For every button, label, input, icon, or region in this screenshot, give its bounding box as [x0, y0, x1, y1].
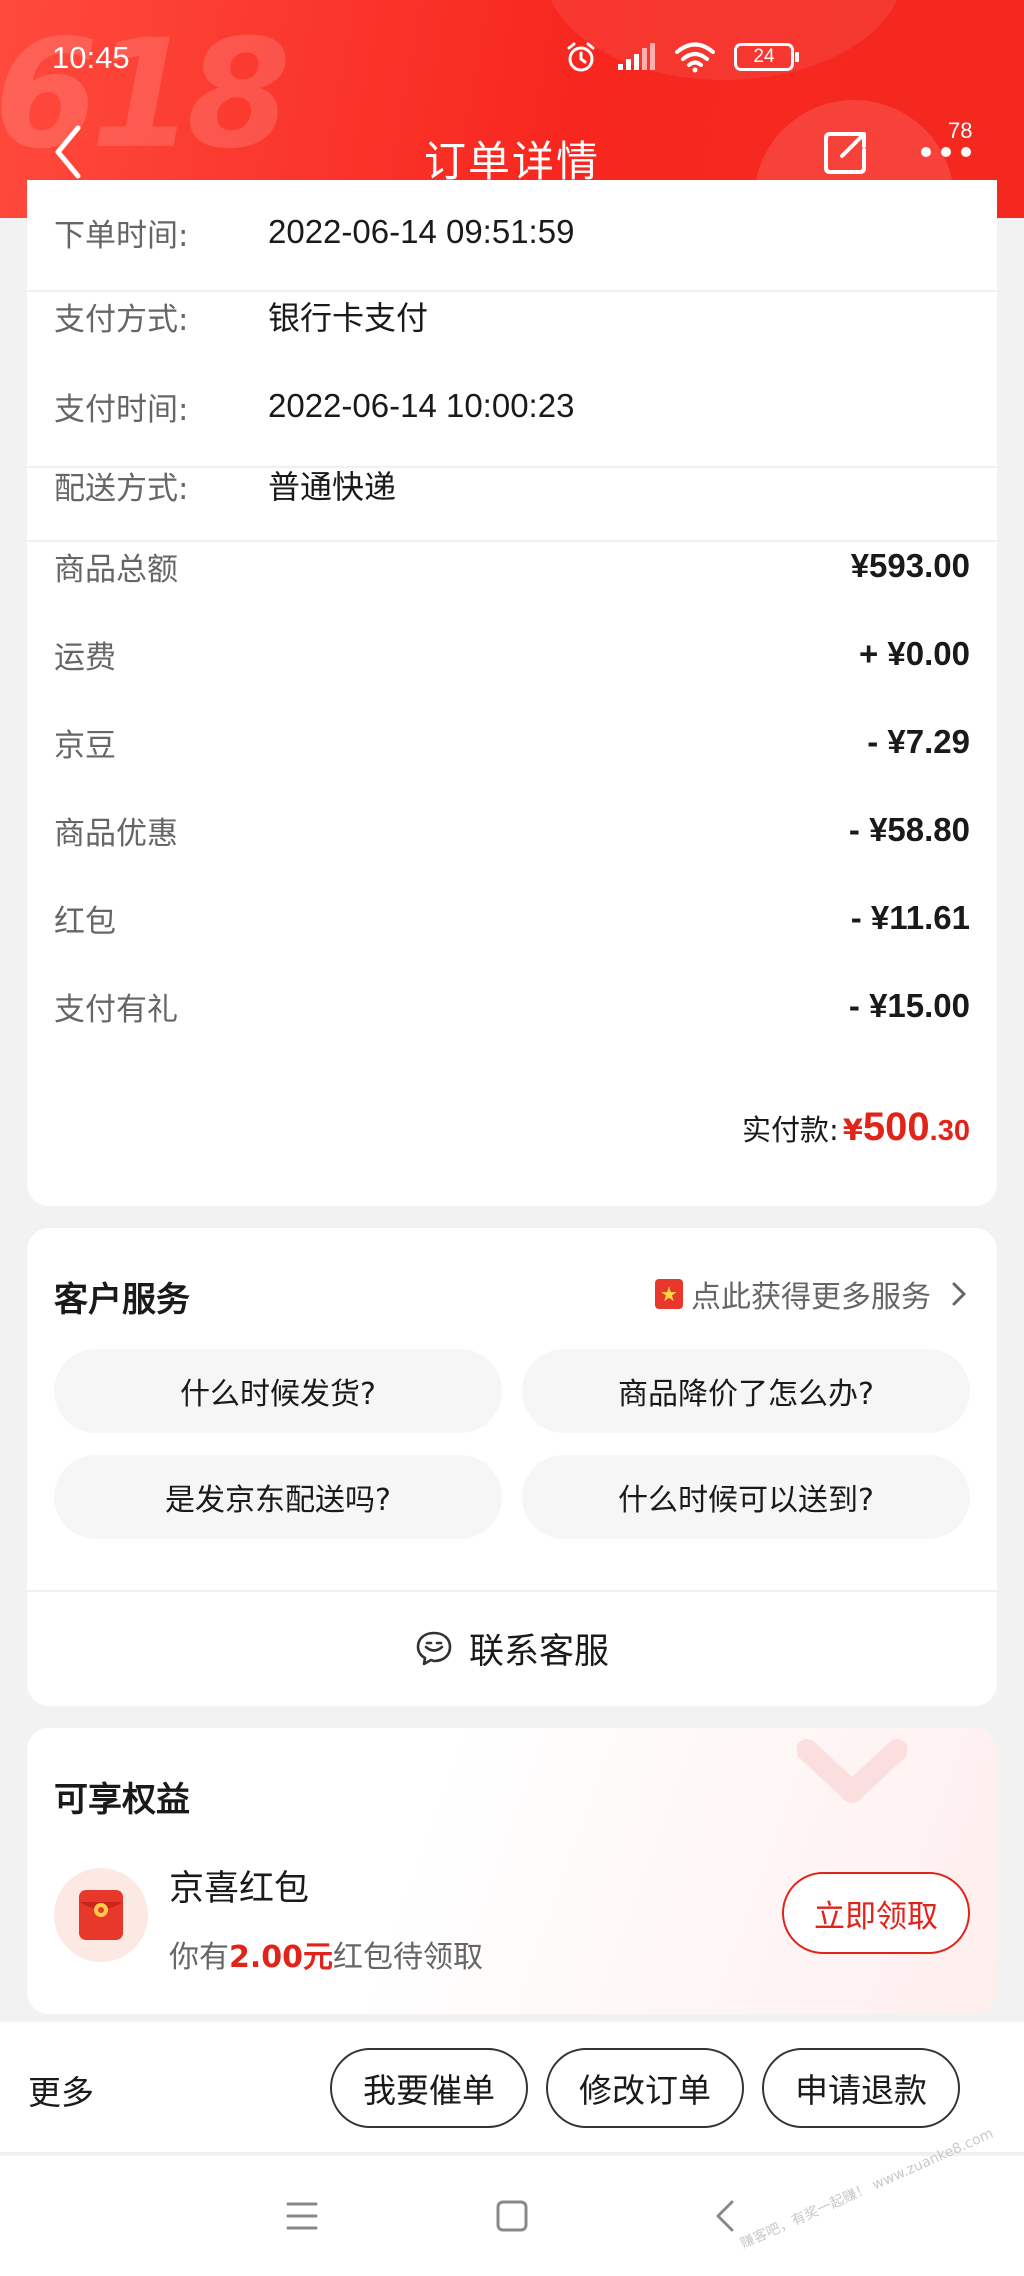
actual-payment: 实付款: ¥ 500 .30 — [742, 1105, 970, 1150]
modify-order-button[interactable]: 修改订单 — [546, 2048, 744, 2128]
actual-payment-currency: ¥ — [842, 1113, 863, 1147]
red-packet-desc-prefix: 你有 — [169, 1940, 229, 1975]
order-time-value: 2022-06-14 09:51:59 — [268, 213, 575, 250]
goods-discount-label: 商品优惠 — [54, 815, 178, 852]
jd-beans-value: - ¥7.29 — [867, 723, 970, 760]
actual-payment-decimal: .30 — [929, 1115, 970, 1147]
contact-service-label: 联系客服 — [468, 1631, 609, 1672]
service-badge-icon: ★ — [655, 1279, 683, 1309]
urge-order-button[interactable]: 我要催单 — [330, 2048, 528, 2128]
goods-total-value: ¥593.00 — [850, 547, 970, 584]
red-packet-description: 你有2.00元红包待领取 — [169, 1932, 483, 1976]
more-services-label: 点此获得更多服务 — [691, 1280, 931, 1315]
order-info-card: 下单时间: 2022-06-14 09:51:59 支付方式: 银行卡支付 支付… — [27, 180, 997, 1206]
red-packet-label: 红包 — [54, 903, 116, 940]
chat-bubble-icon — [416, 1631, 452, 1666]
shipping-fee-value: + ¥0.00 — [858, 635, 970, 672]
red-packet-title: 京喜红包 — [169, 1869, 310, 1909]
customer-service-card: 客户服务 ★ 点此获得更多服务 什么时候发货? 商品降价了怎么办? 是发京东配送… — [27, 1228, 997, 1706]
goods-total-label: 商品总额 — [54, 551, 178, 588]
more-services-link[interactable]: ★ 点此获得更多服务 — [655, 1272, 967, 1316]
contact-service-button[interactable]: 联系客服 — [27, 1590, 997, 1706]
payment-time-value: 2022-06-14 10:00:23 — [268, 387, 575, 424]
chevron-down-decoration-icon — [797, 1739, 907, 1803]
share-icon[interactable] — [820, 128, 870, 178]
order-time-label: 下单时间: — [54, 217, 189, 254]
request-refund-button[interactable]: 申请退款 — [762, 2048, 960, 2128]
benefits-card: 可享权益 京喜红包 你有2.00元红包待领取 立即领取 — [27, 1728, 997, 2014]
payment-time-label: 支付时间: — [54, 391, 189, 428]
goods-discount-value: - ¥58.80 — [848, 811, 970, 848]
red-packet-icon — [54, 1868, 148, 1962]
payment-method-value: 银行卡支付 — [268, 299, 429, 337]
quick-question-button[interactable]: 是发京东配送吗? — [54, 1455, 502, 1539]
alarm-icon — [567, 42, 595, 72]
quick-question-button[interactable]: 商品降价了怎么办? — [522, 1349, 970, 1433]
red-packet-value: - ¥11.61 — [850, 899, 970, 936]
status-icons: 24 — [564, 40, 799, 74]
more-actions-button[interactable]: 更多 — [28, 2066, 94, 2114]
jd-beans-label: 京豆 — [54, 727, 116, 764]
status-time: 10:45 — [52, 40, 130, 75]
back-triangle-icon[interactable] — [712, 2198, 738, 2234]
home-square-icon[interactable] — [494, 2198, 530, 2234]
signal-icon — [618, 43, 655, 70]
benefits-title: 可享权益 — [54, 1780, 190, 1820]
shipping-fee-label: 运费 — [54, 639, 116, 676]
actual-payment-label: 实付款: — [741, 1113, 839, 1147]
menu-icon[interactable] — [284, 2200, 320, 2232]
message-count-badge: 78 — [948, 118, 973, 143]
divider — [27, 290, 997, 292]
chevron-right-icon — [952, 1282, 966, 1306]
bottom-action-bar: 更多 我要催单 修改订单 申请退款 — [0, 2022, 1024, 2154]
quick-question-button[interactable]: 什么时候发货? — [54, 1349, 502, 1433]
payment-method-label: 支付方式: — [54, 301, 189, 338]
claim-now-button[interactable]: 立即领取 — [782, 1872, 970, 1954]
delivery-method-value: 普通快递 — [268, 468, 397, 506]
red-packet-amount: 2.00元 — [229, 1940, 334, 1975]
delivery-method-label: 配送方式: — [54, 470, 189, 507]
red-packet-desc-suffix: 红包待领取 — [333, 1940, 484, 1975]
payment-gift-label: 支付有礼 — [54, 991, 178, 1028]
actual-payment-integer: 500 — [862, 1105, 930, 1149]
divider — [27, 540, 997, 542]
wifi-icon — [675, 42, 715, 73]
customer-service-title: 客户服务 — [54, 1280, 190, 1320]
quick-question-button[interactable]: 什么时候可以送到? — [522, 1455, 970, 1539]
payment-gift-value: - ¥15.00 — [848, 987, 970, 1024]
battery-indicator: 24 — [734, 43, 799, 71]
